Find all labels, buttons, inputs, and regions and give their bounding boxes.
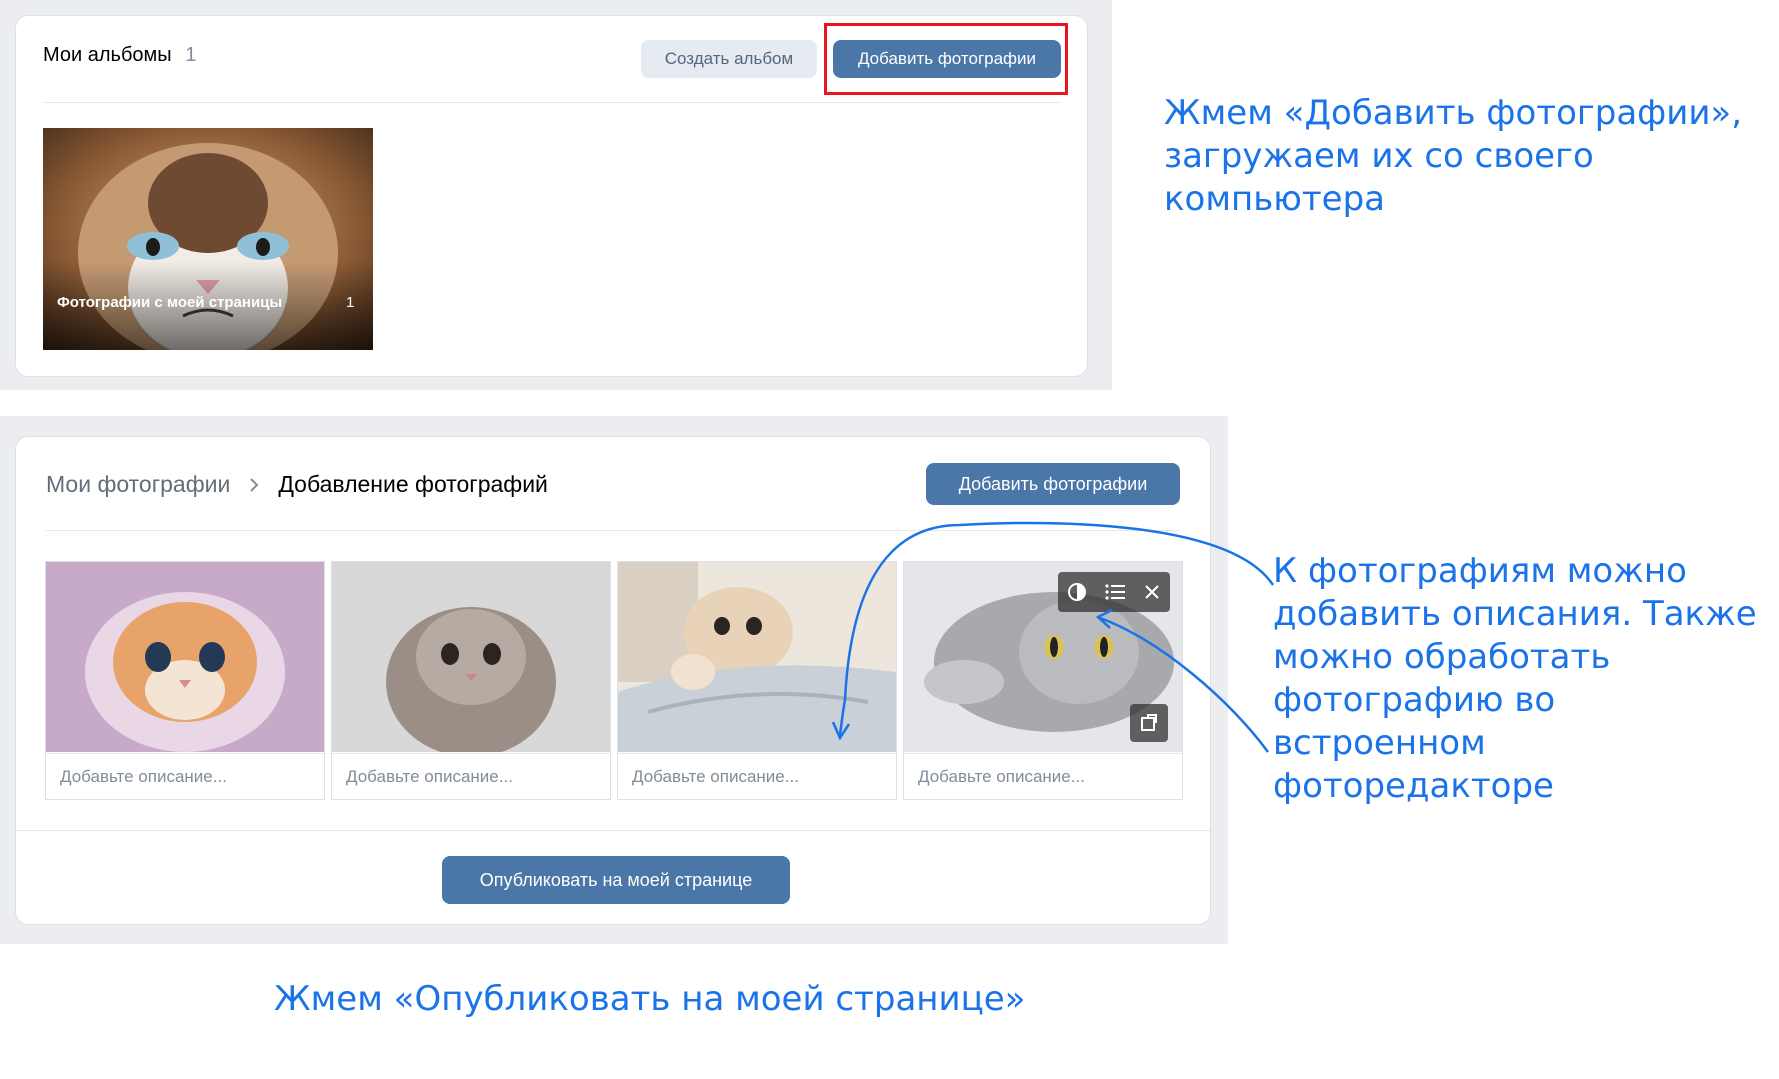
publish-button[interactable]: Опубликовать на моей странице — [442, 856, 790, 904]
photo-editor-toolbar — [1058, 572, 1170, 612]
albums-count: 1 — [185, 44, 197, 66]
albums-divider — [43, 102, 1061, 103]
album-card[interactable]: Фотографии с моей страницы 1 — [43, 128, 373, 350]
upload-divider-top — [46, 530, 1180, 531]
list-icon[interactable] — [1104, 582, 1126, 602]
photo-tile — [903, 561, 1183, 800]
close-icon[interactable] — [1143, 583, 1161, 601]
description-input[interactable] — [46, 753, 324, 799]
albums-card: Мои альбомы 1 Создать альбом Добавить фо… — [16, 16, 1087, 376]
breadcrumb-current: Добавление фотографий — [278, 471, 548, 497]
description-input[interactable] — [618, 753, 896, 799]
kitten-photo-3 — [618, 562, 896, 752]
rotate-button[interactable] — [1130, 704, 1168, 742]
grumpy-cat-photo — [43, 128, 373, 350]
album-card-label: Фотографии с моей страницы — [57, 294, 283, 311]
albums-title: Мои альбомы — [43, 44, 172, 66]
rotate-icon — [1139, 713, 1159, 733]
chevron-right-icon — [250, 477, 259, 492]
album-card-count: 1 — [346, 294, 355, 311]
annotation-step3: Жмем «Опубликовать на моей странице» — [274, 979, 1026, 1019]
photo-tile — [331, 561, 611, 800]
breadcrumb-parent[interactable]: Мои фотографии — [46, 471, 230, 498]
add-photos-highlight-box — [824, 23, 1068, 95]
albums-header: Мои альбомы 1 — [43, 44, 196, 67]
kitten-photo-1 — [46, 562, 324, 752]
contrast-icon[interactable] — [1067, 582, 1087, 602]
photo-tile — [45, 561, 325, 800]
create-album-button[interactable]: Создать альбом — [641, 40, 817, 78]
photo-tile — [617, 561, 897, 800]
upload-divider-bottom — [16, 830, 1210, 831]
add-photos-button-secondary[interactable]: Добавить фотографии — [926, 463, 1180, 505]
breadcrumb: Мои фотографии Добавление фотографий — [46, 471, 548, 498]
annotation-step2: К фотографиям можно добавить описания. Т… — [1273, 551, 1757, 806]
description-input[interactable] — [332, 753, 610, 799]
annotation-step1: Жмем «Добавить фотографии», загружаем их… — [1164, 93, 1743, 219]
kitten-photo-2 — [332, 562, 610, 752]
upload-card: Мои фотографии Добавление фотографий Доб… — [16, 437, 1210, 924]
description-input[interactable] — [904, 753, 1182, 799]
